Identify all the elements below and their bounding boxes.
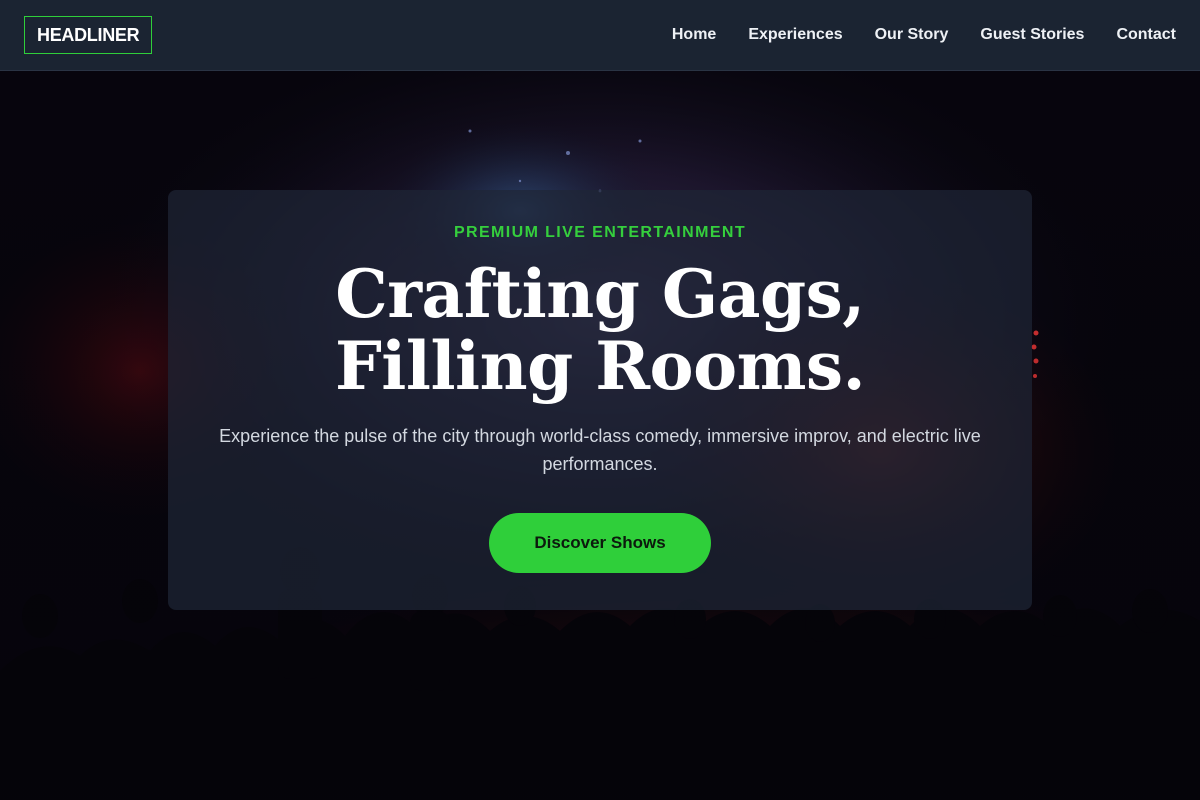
logo[interactable]: HEADLINER [24,16,153,54]
nav-experiences[interactable]: Experiences [748,26,842,44]
discover-shows-button[interactable]: Discover Shows [489,513,711,573]
hero-subtitle: Experience the pulse of the city through… [219,426,981,474]
nav-contact[interactable]: Contact [1116,26,1176,44]
nav-our-story[interactable]: Our Story [875,26,949,44]
nav-home[interactable]: Home [672,26,716,44]
hero-headline: Crafting Gags, Filling Rooms. [334,255,866,405]
hero-section: PREMIUM LIVE ENTERTAINMENT Crafting Gags… [0,71,1200,800]
main-nav: Home Experiences Our Story Guest Stories… [672,26,1176,44]
hero-eyebrow: PREMIUM LIVE ENTERTAINMENT [453,224,747,241]
hero-headline-line-2: Filling Rooms. [334,327,866,405]
nav-guest-stories[interactable]: Guest Stories [980,26,1084,44]
hero-headline-line-1: Crafting Gags, [335,255,865,333]
site-header: HEADLINER Home Experiences Our Story Gue… [0,0,1200,71]
hero-card: PREMIUM LIVE ENTERTAINMENT Crafting Gags… [168,190,1032,610]
